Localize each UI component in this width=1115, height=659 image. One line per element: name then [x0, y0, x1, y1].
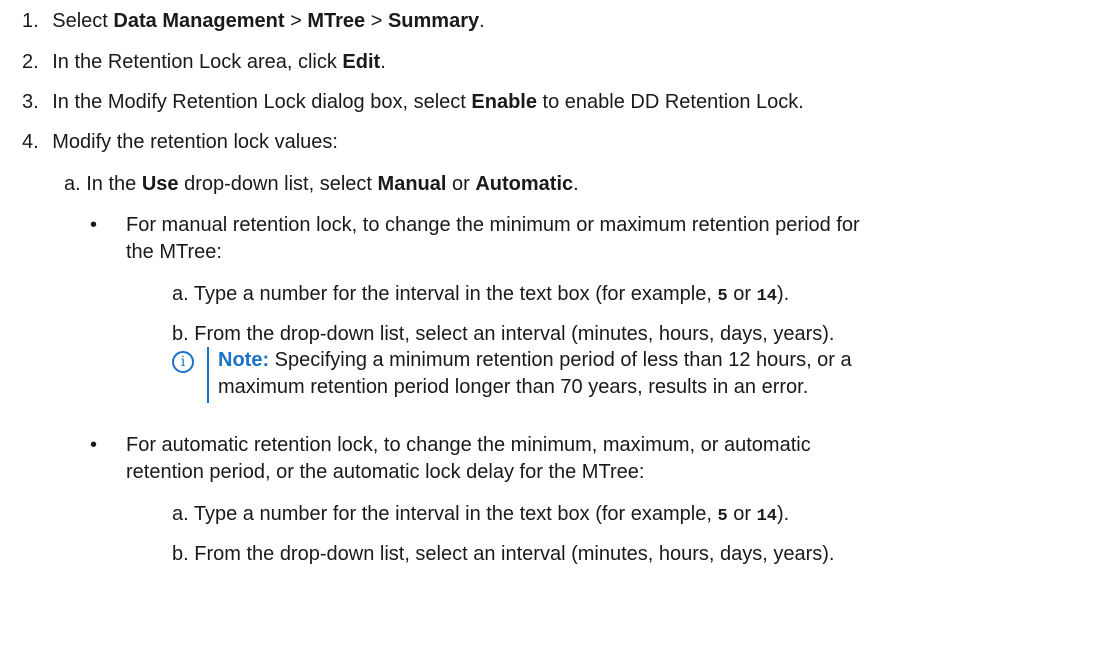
substep-a-text-mid-2: or: [446, 173, 476, 195]
substep-a-text-pre: a. In the: [64, 173, 142, 195]
step-1: 1. Select Data Management > MTree > Summ…: [22, 8, 485, 34]
step-2: 2. In the Retention Lock area, click Edi…: [22, 49, 386, 75]
step-1-sep-2: >: [365, 10, 388, 32]
bullet-auto-step-a: a. Type a number for the interval in the…: [172, 501, 789, 530]
bullet-manual-line-2: the MTree:: [126, 241, 222, 263]
substep-a-text-mid-1: drop-down list, select: [178, 173, 378, 195]
note-bar: [207, 347, 209, 403]
bullet-manual-step-b: b. From the drop-down list, select an in…: [172, 323, 835, 345]
step-3-bold-1: Enable: [471, 91, 537, 113]
bullet-auto-marker: •: [90, 434, 98, 456]
note-text-1: Specifying a minimum retention period of…: [269, 349, 852, 371]
document-page: 1. Select Data Management > MTree > Summ…: [0, 0, 1115, 659]
bullet-manual-line-1: For manual retention lock, to change the…: [126, 214, 860, 236]
step-1-bold-2: MTree: [307, 10, 366, 32]
step-3-number: 3.: [22, 91, 39, 113]
bullet-manual-step-a: a. Type a number for the interval in the…: [172, 281, 789, 310]
bullet-auto-line-1: For automatic retention lock, to change …: [126, 434, 811, 456]
note-line-1: Note: Specifying a minimum retention per…: [218, 347, 852, 373]
bullet-manual-marker: •: [90, 214, 98, 236]
bullet-manual-step-a-code-1: 5: [717, 287, 728, 306]
substep-a-text-post: .: [573, 173, 579, 195]
step-1-number: 1.: [22, 10, 39, 32]
bullet-auto-step-a-pre: a. Type a number for the interval in the…: [172, 503, 718, 525]
note-label: Note:: [218, 349, 270, 371]
substep-a-bold-1: Use: [141, 173, 179, 195]
note-line-2: maximum retention period longer than 70 …: [218, 376, 809, 398]
step-4-number: 4.: [22, 131, 39, 153]
step-2-number: 2.: [22, 51, 39, 73]
bullet-manual-step-a-code-2: 14: [756, 287, 777, 306]
bullet-auto-step-a-mid: or: [727, 503, 757, 525]
step-4-text: Modify the retention lock values:: [52, 131, 338, 153]
step-3-text-pre: In the Modify Retention Lock dialog box,…: [52, 91, 472, 113]
step-2-text-post: .: [380, 51, 386, 73]
bullet-auto-step-a-code-1: 5: [717, 507, 728, 526]
step-2-text-pre: In the Retention Lock area, click: [52, 51, 343, 73]
bullet-manual-step-a-pre: a. Type a number for the interval in the…: [172, 283, 718, 305]
bullet-manual-step-a-post: ).: [776, 283, 790, 305]
bullet-auto-line-2: retention period, or the automatic lock …: [126, 461, 645, 483]
bullet-auto-step-b: b. From the drop-down list, select an in…: [172, 543, 835, 565]
step-1-bold-3: Summary: [387, 10, 480, 32]
step-3: 3. In the Modify Retention Lock dialog b…: [22, 89, 804, 115]
step-1-text-pre: Select: [52, 10, 114, 32]
info-icon: i: [172, 351, 194, 373]
bullet-auto-step-a-code-2: 14: [756, 507, 777, 526]
bullet-auto-step-a-post: ).: [776, 503, 790, 525]
step-2-bold-1: Edit: [342, 51, 381, 73]
step-1-bold-1: Data Management: [113, 10, 285, 32]
substep-a: a. In the Use drop-down list, select Man…: [64, 171, 579, 197]
step-4: 4. Modify the retention lock values:: [22, 129, 338, 155]
substep-a-bold-3: Automatic: [475, 173, 574, 195]
step-1-text-post: .: [479, 10, 485, 32]
bullet-manual-step-a-mid: or: [727, 283, 757, 305]
step-1-sep-1: >: [284, 10, 308, 32]
step-3-text-post: to enable DD Retention Lock.: [536, 91, 804, 113]
substep-a-bold-2: Manual: [377, 173, 447, 195]
